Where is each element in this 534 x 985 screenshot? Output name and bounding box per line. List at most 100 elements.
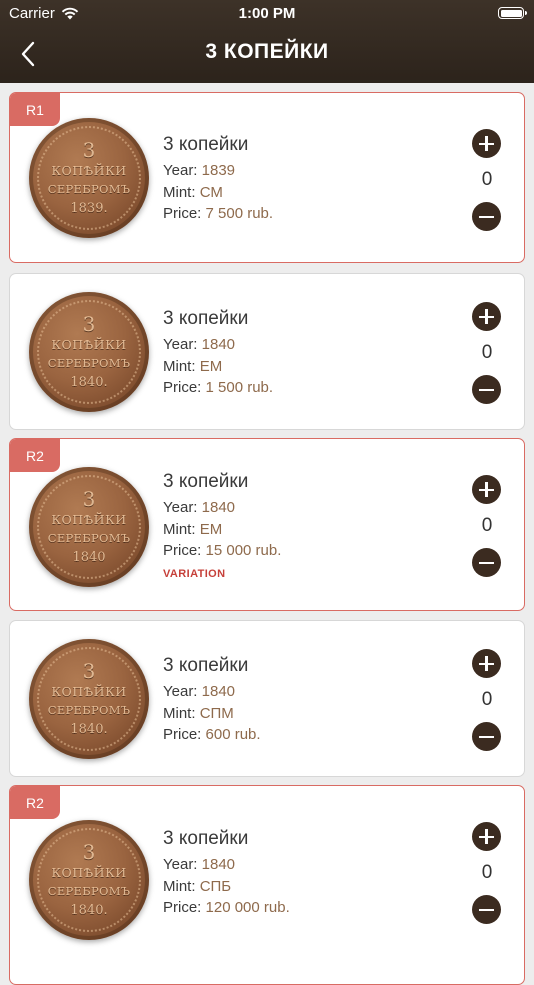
coin-inscription: КОПѢЙКИ	[51, 865, 127, 880]
coin-name: 3 копейки	[163, 308, 249, 329]
coin-card[interactable]: R2 3 КОПѢЙКИ СЕРЕБРОМЪ 1840. 3 копейки Y…	[9, 785, 525, 985]
minus-icon-button[interactable]	[472, 375, 501, 404]
quantity-count: 0	[481, 862, 493, 883]
coin-inscription: 3	[82, 487, 96, 511]
year-row: Year: 1840	[163, 336, 236, 353]
coin-image: 3 КОПѢЙКИ СЕРЕБРОМЪ 1839.	[29, 118, 149, 238]
price-value: 600 rub.	[205, 726, 261, 743]
plus-icon-button[interactable]	[472, 302, 501, 331]
coin-name: 3 копейки	[163, 134, 249, 155]
mint-row: Mint: СМ	[163, 183, 223, 201]
price-value: 120 000 rub.	[205, 899, 290, 916]
coin-inscription: 1840.	[70, 375, 108, 390]
year-value: 1840	[201, 499, 236, 516]
mint-row: Mint: ЕМ	[163, 520, 223, 538]
coin-inscription: 1839.	[70, 201, 108, 216]
mint-value: СПМ	[199, 704, 234, 722]
coin-image: 3 КОПѢЙКИ СЕРЕБРОМЪ 1840.	[29, 639, 149, 759]
coin-card[interactable]: R2 3 КОПѢЙКИ СЕРЕБРОМЪ 1840 3 копейки Ye…	[9, 438, 525, 611]
mint-row: Mint: СПБ	[163, 877, 232, 895]
year-value: 1840	[201, 683, 236, 700]
coin-inscription: 3	[82, 312, 96, 336]
quantity-stepper: 0	[472, 302, 502, 404]
status-bar: Carrier 1:00 PM	[0, 0, 534, 28]
coin-info: 3 копейки Year: 1840 Mint: ЕМ Price: 15 …	[163, 471, 281, 580]
navigation-bar: 3 КОПЕЙКИ	[0, 28, 534, 83]
price-value: 15 000 rub.	[205, 542, 282, 559]
coin-name: 3 копейки	[163, 471, 249, 492]
quantity-count: 0	[481, 515, 493, 536]
price-row: Price: 1 500 rub.	[163, 379, 274, 396]
year-row: Year: 1840	[163, 499, 236, 516]
minus-icon-button[interactable]	[472, 722, 501, 751]
coin-inscription: 3	[82, 138, 96, 162]
quantity-count: 0	[481, 342, 493, 363]
quantity-stepper: 0	[472, 649, 502, 751]
price-row: Price: 120 000 rub.	[163, 899, 290, 916]
price-row: Price: 15 000 rub.	[163, 542, 282, 559]
coin-image: 3 КОПѢЙКИ СЕРЕБРОМЪ 1840	[29, 467, 149, 587]
minus-icon-button[interactable]	[472, 895, 501, 924]
rarity-badge: R1	[10, 93, 60, 126]
coin-inscription: 3	[82, 840, 96, 864]
price-value: 1 500 rub.	[205, 379, 274, 396]
quantity-count: 0	[481, 689, 493, 710]
coin-inscription: СЕРЕБРОМЪ	[47, 356, 131, 370]
page-title: 3 КОПЕЙКИ	[205, 40, 329, 63]
plus-icon-button[interactable]	[472, 129, 501, 158]
year-row: Year: 1840	[163, 683, 236, 700]
year-value: 1839	[201, 162, 236, 179]
year-value: 1840	[201, 336, 236, 353]
mint-value: ЕМ	[199, 357, 223, 375]
status-time: 1:00 PM	[238, 5, 296, 22]
coin-image: 3 КОПѢЙКИ СЕРЕБРОМЪ 1840.	[29, 292, 149, 412]
coin-inscription: 1840.	[70, 903, 108, 918]
coin-inscription: СЕРЕБРОМЪ	[47, 182, 131, 196]
coin-inscription: 1840.	[70, 722, 108, 737]
mint-row: Mint: СПМ	[163, 704, 234, 722]
coin-info: 3 копейки Year: 1840 Mint: СПБ Price: 12…	[163, 828, 290, 921]
plus-icon-button[interactable]	[472, 649, 501, 678]
coin-card[interactable]: R1 3 КОПѢЙКИ СЕРЕБРОМЪ 1839. 3 копейки Y…	[9, 92, 525, 263]
variation-label: VARIATION	[163, 567, 226, 580]
plus-icon-button[interactable]	[472, 822, 501, 851]
coin-info: 3 копейки Year: 1840 Mint: СПМ Price: 60…	[163, 655, 261, 748]
mint-value: ЕМ	[199, 520, 223, 538]
coin-image: 3 КОПѢЙКИ СЕРЕБРОМЪ 1840.	[29, 820, 149, 940]
year-row: Year: 1839	[163, 162, 236, 179]
quantity-stepper: 0	[472, 475, 502, 577]
quantity-stepper: 0	[472, 822, 502, 924]
quantity-count: 0	[481, 169, 493, 190]
battery-icon	[498, 7, 527, 19]
year-value: 1840	[201, 856, 236, 873]
coin-name: 3 копейки	[163, 828, 249, 849]
mint-value: СМ	[199, 183, 223, 201]
coin-inscription: КОПѢЙКИ	[51, 684, 127, 699]
coin-inscription: 1840	[72, 550, 106, 565]
price-row: Price: 7 500 rub.	[163, 205, 274, 222]
coin-inscription: 3	[82, 659, 96, 683]
mint-row: Mint: ЕМ	[163, 357, 223, 375]
quantity-stepper: 0	[472, 129, 502, 231]
rarity-badge: R2	[10, 439, 60, 472]
coin-card[interactable]: 3 КОПѢЙКИ СЕРЕБРОМЪ 1840. 3 копейки Year…	[9, 273, 525, 430]
minus-icon-button[interactable]	[472, 548, 501, 577]
price-value: 7 500 rub.	[205, 205, 274, 222]
price-row: Price: 600 rub.	[163, 726, 261, 743]
top-bar: Carrier 1:00 PM 3 КОПЕЙКИ	[0, 0, 534, 83]
coin-inscription: КОПѢЙКИ	[51, 512, 127, 527]
coin-inscription: КОПѢЙКИ	[51, 337, 127, 352]
coin-card[interactable]: 3 КОПѢЙКИ СЕРЕБРОМЪ 1840. 3 копейки Year…	[9, 620, 525, 777]
year-row: Year: 1840	[163, 856, 236, 873]
coin-info: 3 копейки Year: 1840 Mint: ЕМ Price: 1 5…	[163, 308, 273, 401]
coin-name: 3 копейки	[163, 655, 249, 676]
rarity-badge: R2	[10, 786, 60, 819]
coin-inscription: СЕРЕБРОМЪ	[47, 531, 131, 545]
coin-info: 3 копейки Year: 1839 Mint: СМ Price: 7 5…	[163, 134, 273, 227]
coin-inscription: СЕРЕБРОМЪ	[47, 884, 131, 898]
minus-icon-button[interactable]	[472, 202, 501, 231]
plus-icon-button[interactable]	[472, 475, 501, 504]
coin-inscription: СЕРЕБРОМЪ	[47, 703, 131, 717]
coin-inscription: КОПѢЙКИ	[51, 163, 127, 178]
mint-value: СПБ	[199, 877, 232, 895]
